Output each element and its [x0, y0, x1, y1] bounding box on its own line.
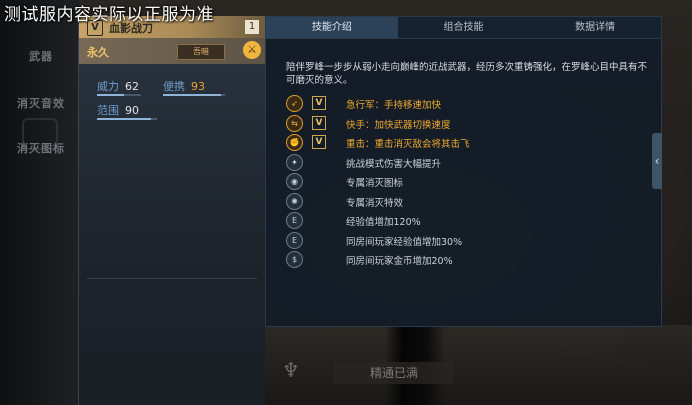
stat-label: 便携	[163, 80, 185, 93]
tab-skill-intro[interactable]: 技能介绍	[266, 17, 398, 39]
feature-row: E 同房间玩家经验值增加30%	[286, 231, 656, 250]
melee-type-icon: ⚔	[243, 41, 261, 59]
weapon-detail-panel: 技能介绍 组合技能 数据详情 陪伴罗峰一步步从弱小走向巅峰的近战武器，经历多次重…	[265, 16, 662, 327]
divider	[87, 278, 257, 279]
expand-arrow-button[interactable]: ‹	[652, 133, 662, 189]
feature-text: 专属消灭特效	[346, 197, 404, 209]
feature-row: ◉ 专属消灭图标	[286, 173, 656, 191]
scene-floor	[265, 325, 692, 405]
feature-text: 经验值增加120%	[346, 217, 421, 228]
challenge-damage-icon: ✦	[286, 153, 303, 171]
vip-badge: V	[312, 96, 326, 110]
mastery-icon: ♆	[282, 358, 300, 382]
tab-combo-skills[interactable]: 组合技能	[397, 17, 530, 39]
weapon-card: V 血影战刀 1 永久 吾暗 ⚔ 威力 62 便携 93 范围 90	[78, 16, 265, 405]
heavy-strike-icon: ✊	[286, 134, 303, 151]
test-server-watermark: 测试服内容实际以正服为准	[4, 5, 214, 25]
feature-row: ✦ 挑战模式伤害大幅提升	[286, 153, 656, 172]
side-menu-kill-icon[interactable]: 消灭图标	[6, 140, 76, 156]
stat-value: 62	[125, 80, 139, 93]
stat-value: 90	[125, 104, 139, 117]
stat-bar	[97, 94, 141, 96]
feature-text: 挑战模式伤害大幅提升	[346, 158, 442, 170]
feature-text: 重击：重击消灭敌会将其击飞	[346, 139, 470, 150]
side-menu-kill-sound[interactable]: 消灭音效	[6, 95, 76, 111]
stat-label: 范围	[97, 104, 119, 117]
feature-row: ⇆ V 快手：加快武器切换速度	[286, 114, 656, 133]
weapon-duration: 永久	[87, 46, 109, 59]
kill-icon-emblem: ◉	[286, 173, 303, 190]
stat-range: 范围 90	[97, 102, 157, 120]
exp-icon: E	[286, 212, 303, 229]
vip-badge: V	[312, 135, 326, 149]
feature-row: ✺ 专属消灭特效	[286, 192, 656, 211]
stat-value: 93	[191, 80, 205, 93]
weapon-level: 1	[245, 20, 259, 34]
tab-data-details[interactable]: 数据详情	[529, 17, 662, 39]
stat-bar	[97, 118, 157, 120]
feature-text: 急行军：手持移速加快	[346, 100, 442, 111]
stat-bar	[163, 94, 225, 96]
stat-power: 威力 62	[97, 78, 141, 96]
feature-text: 专属消灭图标	[346, 178, 404, 189]
weapon-description: 陪伴罗峰一步步从弱小走向巅峰的近战武器，经历多次重铸强化，在罗峰心目中具有不可磨…	[286, 62, 648, 86]
feature-text: 快手：加快武器切换速度	[346, 119, 451, 131]
feature-text: 同房间玩家经验值增加30%	[346, 236, 463, 248]
side-menu-weapon[interactable]: 武器	[6, 48, 76, 64]
mastery-status: 精通已满	[334, 362, 454, 384]
stat-label: 威力	[97, 80, 119, 93]
duration-row: 永久 吾暗 ⚔	[79, 38, 265, 64]
stat-portability: 便携 93	[163, 78, 225, 96]
feature-row: ✊ V 重击：重击消灭敌会将其击飞	[286, 134, 656, 152]
weapon-tag: 吾暗	[177, 44, 225, 60]
feature-row: E 经验值增加120%	[286, 212, 656, 230]
kill-effect-icon: ✺	[286, 192, 303, 210]
feature-text: 同房间玩家金币增加20%	[346, 256, 453, 267]
vip-badge: V	[312, 115, 326, 130]
quick-switch-icon: ⇆	[286, 114, 303, 132]
room-gold-icon: $	[286, 251, 303, 268]
sprint-icon: ➶	[286, 95, 303, 112]
feature-row: $ 同房间玩家金币增加20%	[286, 251, 656, 269]
detail-tabs: 技能介绍 组合技能 数据详情	[266, 17, 662, 39]
feature-row: ➶ V 急行军：手持移速加快	[286, 95, 656, 113]
room-exp-icon: E	[286, 231, 303, 249]
